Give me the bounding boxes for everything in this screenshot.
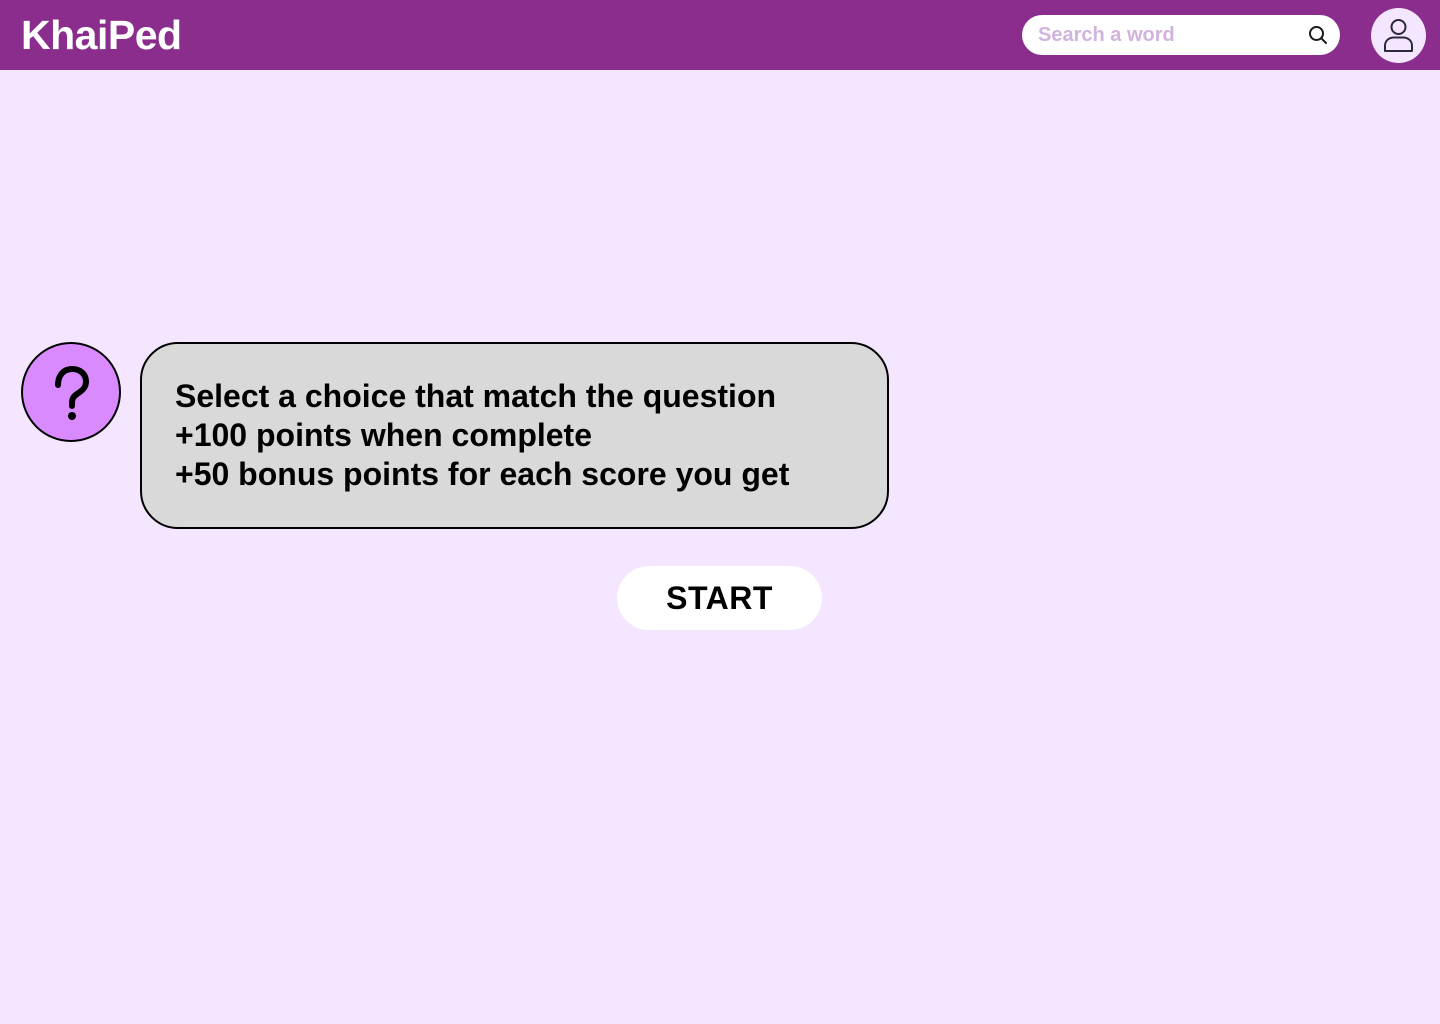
search-bar [1022,15,1340,55]
instruction-line: +100 points when complete [175,417,592,453]
user-avatar[interactable] [1371,8,1426,63]
question-mark-icon [21,342,121,442]
instructions-bubble: Select a choice that match the question … [140,342,889,529]
start-button[interactable]: START [617,566,822,630]
app-logo[interactable]: KhaiPed [21,12,182,58]
instruction-line: Select a choice that match the question [175,378,777,414]
top-bar: KhaiPed [0,0,1440,70]
instruction-line: +50 bonus points for each score you get [175,456,790,492]
user-icon [1384,19,1413,52]
search-input[interactable] [1038,15,1298,55]
search-icon[interactable] [1308,25,1328,45]
